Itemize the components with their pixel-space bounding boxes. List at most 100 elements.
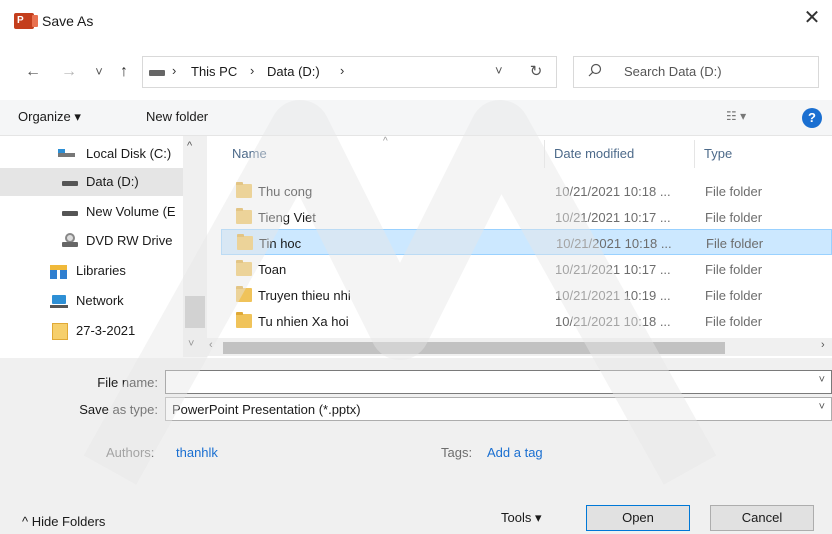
file-name: Tin hoc	[259, 236, 302, 251]
sidebar-item-27-3-2021[interactable]: 27-3-2021	[0, 317, 183, 345]
help-button[interactable]: ?	[802, 108, 822, 128]
file-type: File folder	[705, 262, 763, 277]
folder-icon	[236, 182, 252, 198]
sidebar-item-label: DVD RW Drive	[86, 233, 173, 248]
file-row[interactable]: Toan 10/21/2021 10:17 ... File folder	[221, 256, 832, 282]
file-name: Toan	[258, 262, 287, 277]
search-icon	[588, 63, 602, 80]
organize-button[interactable]: Organize ▾	[18, 109, 81, 125]
dvd-icon	[62, 233, 78, 247]
search-placeholder: Search Data (D:)	[624, 64, 722, 79]
recent-locations-button[interactable]: ˅	[88, 61, 110, 83]
save-form: File name: ˅ Save as type: PowerPoint Pr…	[0, 358, 832, 534]
column-header-type[interactable]: Type	[704, 146, 732, 161]
breadcrumb-data-d[interactable]: Data (D:)	[267, 64, 320, 79]
up-button[interactable]: ↑	[113, 61, 135, 83]
file-name: Truyen thieu nhi	[258, 288, 351, 303]
file-type: File folder	[705, 184, 763, 199]
libraries-icon	[50, 265, 67, 279]
back-button[interactable]: ←	[22, 61, 44, 83]
file-type: File folder	[706, 236, 764, 251]
back-arrow-icon: ←	[25, 63, 41, 80]
window-title: Save As	[42, 13, 94, 29]
file-row-selected[interactable]: Tin hoc 10/21/2021 10:18 ... File folder	[221, 229, 832, 255]
file-date: 10/21/2021 10:19 ...	[555, 288, 671, 303]
file-name: Tieng Viet	[258, 210, 316, 225]
chevron-down-icon[interactable]: ˅	[819, 374, 825, 386]
save-as-type-label: Save as type:	[79, 402, 158, 417]
sidebar-item-dvd-rw-drive[interactable]: DVD RW Drive	[0, 227, 183, 255]
sidebar-item-libraries[interactable]: Libraries	[0, 257, 183, 285]
scroll-left-icon[interactable]: ‹	[209, 339, 213, 351]
address-bar[interactable]: › This PC › Data (D:) › ˅	[142, 56, 557, 88]
sidebar-item-label: Local Disk (C:)	[86, 146, 172, 161]
column-separator[interactable]	[694, 140, 695, 168]
column-separator[interactable]	[544, 140, 545, 168]
file-row[interactable]: Tu nhien Xa hoi 10/21/2021 10:18 ... Fil…	[221, 308, 832, 334]
file-type: File folder	[705, 314, 763, 329]
tools-button[interactable]: Tools ▾	[501, 510, 542, 526]
cancel-button[interactable]: Cancel	[710, 505, 814, 531]
file-row[interactable]: Truyen thieu nhi 10/21/2021 10:19 ... Fi…	[221, 282, 832, 308]
folder-icon	[52, 323, 68, 340]
forward-button[interactable]: →	[58, 61, 80, 83]
column-header-date-modified[interactable]: Date modified	[554, 146, 634, 161]
sidebar-item-network[interactable]: Network	[0, 287, 183, 315]
new-folder-button[interactable]: New folder	[146, 109, 208, 124]
scrollbar-thumb[interactable]	[185, 296, 205, 328]
hide-folders-button[interactable]: ^ Hide Folders	[22, 514, 105, 529]
sidebar-item-label: Network	[76, 293, 124, 308]
scrollbar-thumb[interactable]	[223, 342, 725, 354]
breadcrumb-separator: ›	[172, 63, 177, 78]
app-icon-letter: P	[17, 15, 24, 26]
column-header-name[interactable]: Name	[232, 146, 267, 161]
add-tag-link[interactable]: Add a tag	[487, 445, 543, 460]
file-name: Thu cong	[258, 184, 313, 199]
command-bar: Organize ▾ New folder ☷ ▾ ?	[0, 100, 832, 136]
search-input[interactable]: Search Data (D:)	[573, 56, 819, 88]
authors-value[interactable]: thanhlk	[176, 445, 218, 460]
save-as-type-select[interactable]: PowerPoint Presentation (*.pptx) ˅	[165, 397, 832, 421]
network-icon	[50, 295, 68, 309]
title-bar: P Save As ✕	[0, 0, 832, 40]
file-date: 10/21/2021 10:17 ...	[555, 210, 671, 225]
folder-icon	[236, 286, 252, 302]
sidebar-item-label: Libraries	[76, 263, 126, 278]
address-dropdown-icon[interactable]: ˅	[495, 63, 503, 78]
scroll-down-icon[interactable]: ˅	[188, 338, 194, 350]
file-row[interactable]: Thu cong 10/21/2021 10:18 ... File folde…	[221, 178, 832, 204]
file-date: 10/21/2021 10:18 ...	[555, 184, 671, 199]
file-name-label: File name:	[97, 375, 158, 390]
file-name-field[interactable]: ˅	[165, 370, 832, 394]
save-as-type-value: PowerPoint Presentation (*.pptx)	[172, 402, 361, 417]
file-list: Name ^ Date modified Type Thu cong 10/21…	[207, 136, 832, 357]
chevron-down-icon: ˅	[818, 401, 825, 413]
folder-icon	[237, 234, 253, 250]
file-name: Tu nhien Xa hoi	[258, 314, 349, 329]
sidebar-item-data-d[interactable]: Data (D:)	[0, 168, 183, 196]
drive-icon	[62, 211, 78, 216]
folder-icon	[236, 260, 252, 276]
scroll-up-icon[interactable]: ^	[187, 140, 192, 152]
close-button[interactable]: ✕	[792, 0, 832, 38]
horizontal-scrollbar[interactable]: ‹ ›	[207, 338, 832, 356]
sort-ascending-icon: ^	[383, 136, 388, 147]
drive-icon	[62, 181, 78, 186]
open-button[interactable]: Open	[586, 505, 690, 531]
folder-icon	[236, 208, 252, 224]
sidebar-item-local-disk-c[interactable]: Local Disk (C:)	[0, 140, 183, 168]
sidebar-item-label: Data (D:)	[86, 174, 139, 189]
file-row[interactable]: Tieng Viet 10/21/2021 10:17 ... File fol…	[221, 204, 832, 230]
change-view-button[interactable]: ☷ ▾	[726, 109, 746, 123]
breadcrumb-this-pc[interactable]: This PC	[191, 64, 237, 79]
navigation-scrollbar[interactable]: ^ ˅	[183, 136, 207, 357]
scroll-right-icon[interactable]: ›	[821, 339, 825, 351]
tags-label: Tags:	[441, 445, 473, 460]
breadcrumb-separator: ›	[250, 63, 255, 78]
refresh-button[interactable]: ↻	[522, 60, 550, 84]
refresh-icon: ↻	[529, 63, 543, 80]
file-date: 10/21/2021 10:18 ...	[555, 314, 671, 329]
sidebar-item-new-volume-e[interactable]: New Volume (E	[0, 198, 183, 226]
authors-label: Authors:	[106, 445, 155, 460]
folder-icon	[236, 312, 252, 328]
